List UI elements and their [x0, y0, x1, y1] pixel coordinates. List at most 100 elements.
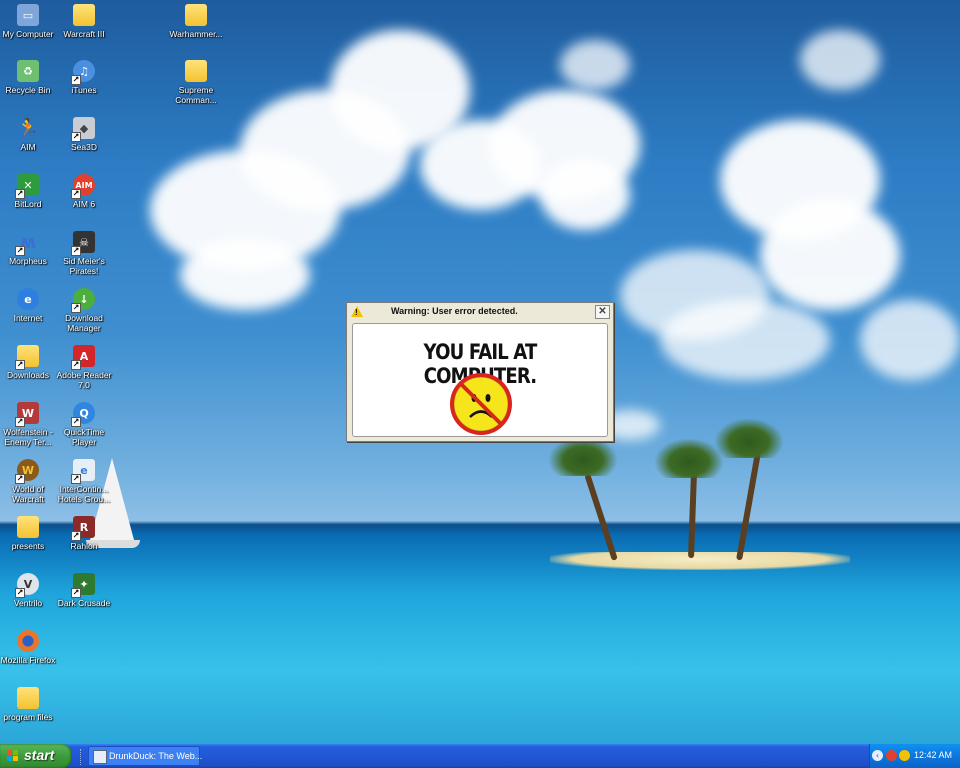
desktop-icon-label: Internet — [13, 313, 43, 323]
desktop-icon-label: InterContin... Hotels Grou... — [57, 484, 111, 504]
cloud — [180, 240, 310, 310]
my-computer-icon: ▭ — [17, 4, 39, 26]
desktop-icon-label: Download Manager — [65, 313, 103, 333]
palm-leaves — [714, 418, 784, 458]
island-sand — [550, 552, 850, 570]
start-label: start — [24, 747, 55, 763]
desktop-icon-label: Wolfenstein - Enemy Ter... — [3, 427, 53, 447]
desktop-icon-my-computer[interactable]: ▭ My Computer — [0, 4, 56, 39]
ventrilo-icon: V — [15, 573, 39, 598]
desktop-icon-morpheus[interactable]: ʍ Morpheus — [0, 231, 56, 267]
desktop-icon-warhammer[interactable]: Warhammer... — [168, 4, 224, 39]
aim-tray-icon[interactable] — [886, 750, 897, 761]
quicklaunch-divider — [80, 749, 82, 765]
desktop-icon-download-manager[interactable]: ↓ Download Manager — [56, 288, 112, 333]
desktop-icon-label: Adobe Reader 7.0 — [56, 370, 112, 390]
desktop-icon-aim[interactable]: 🏃 AIM — [0, 117, 56, 153]
desktop-icon-label: program files — [3, 712, 53, 722]
desktop-icon-supreme-commander[interactable]: Supreme Comman... — [168, 60, 224, 105]
desktop-icon-label: Dark Crusade — [57, 598, 111, 608]
desktop-icon-ventrilo[interactable]: V Ventrilo — [0, 573, 56, 608]
desktop-icon-label: Mozilla Firefox — [0, 655, 56, 665]
desktop-icon-label: World of Warcraft — [12, 484, 44, 504]
desktop-icon-label: presents — [11, 541, 45, 551]
firefox-icon — [17, 630, 39, 652]
downloads-folder-icon — [15, 345, 39, 370]
morpheus-icon: ʍ — [15, 231, 39, 256]
aim6-icon: AIM — [71, 174, 95, 199]
desktop-icon-aim6[interactable]: AIM AIM 6 — [56, 174, 112, 209]
taskbar: start DrunkDuck: The Web... ‹ 12:42 AM — [0, 744, 960, 768]
warning-glyph: ! — [355, 308, 358, 317]
desktop-icon-label: Supreme Comman... — [175, 85, 217, 105]
itunes-icon: ♫ — [71, 60, 95, 85]
desktop-icon-label: AIM — [20, 142, 36, 152]
internet-explorer-icon: e — [17, 288, 39, 310]
folder-icon — [73, 4, 95, 26]
bitlord-icon: ✕ — [15, 174, 39, 199]
adobe-reader-icon: A — [71, 345, 95, 370]
desktop-icon-wolfenstein[interactable]: W Wolfenstein - Enemy Ter... — [0, 402, 56, 447]
close-button[interactable]: ✕ — [595, 305, 610, 319]
desktop-icon-label: My Computer — [2, 29, 54, 39]
sea3d-icon: ◆ — [71, 117, 95, 142]
show-hidden-icons-button[interactable]: ‹ — [872, 750, 883, 761]
dialog-title: Warning: User error detected. — [391, 306, 518, 316]
desktop-icon-downloads[interactable]: Downloads — [0, 345, 56, 380]
palm-leaves — [548, 436, 618, 476]
browser-window-icon — [93, 750, 107, 764]
desktop-icon-program-files[interactable]: program files — [0, 687, 56, 722]
folder-icon — [17, 516, 39, 538]
desktop-icon-adobe-reader[interactable]: A Adobe Reader 7.0 — [56, 345, 112, 390]
desktop-icon-presents[interactable]: presents — [0, 516, 56, 551]
cloud — [660, 300, 830, 380]
desktop-icon-label: AIM 6 — [72, 199, 96, 209]
taskbar-item-label: DrunkDuck: The Web... — [109, 751, 203, 761]
smiley-tray-icon[interactable] — [899, 750, 910, 761]
rahlon-icon: R — [71, 516, 95, 541]
cloud — [760, 200, 900, 310]
desktop-icon-intercontinental[interactable]: e InterContin... Hotels Grou... — [56, 459, 112, 504]
desktop-icon-internet[interactable]: e Internet — [0, 288, 56, 323]
dark-crusade-icon: ✦ — [71, 573, 95, 598]
pirates-icon: ☠ — [71, 231, 95, 256]
desktop-icon-itunes[interactable]: ♫ iTunes — [56, 60, 112, 95]
desktop-icon-label: Sea3D — [71, 142, 97, 152]
desktop-icon-dark-crusade[interactable]: ✦ Dark Crusade — [56, 573, 112, 608]
dialog-titlebar[interactable]: ! Warning: User error detected. ✕ — [347, 303, 613, 320]
desktop-icon-warcraft-iii[interactable]: Warcraft III — [56, 4, 112, 39]
aim-running-man-icon: 🏃 — [16, 117, 40, 139]
desktop-icon-label: Warhammer... — [169, 29, 223, 39]
cloud — [800, 30, 880, 90]
warning-dialog: ! Warning: User error detected. ✕ YOU FA… — [346, 302, 614, 442]
document-icon: e — [71, 459, 95, 484]
download-manager-icon: ↓ — [71, 288, 95, 313]
start-button[interactable]: start — [0, 744, 72, 768]
desktop-icon-firefox[interactable]: Mozilla Firefox — [0, 630, 56, 665]
prohibited-sad-face-icon — [450, 373, 512, 435]
palm-trunk — [584, 473, 618, 561]
desktop-icon-label: Warcraft III — [63, 29, 105, 39]
desktop-icon-sea3d[interactable]: ◆ Sea3D — [56, 117, 112, 152]
desktop-icon-label: iTunes — [71, 85, 97, 95]
desktop-icon-label: Ventrilo — [13, 598, 43, 608]
world-of-warcraft-icon: W — [15, 459, 39, 484]
desktop-icon-world-of-warcraft[interactable]: W World of Warcraft — [0, 459, 56, 504]
desktop-icon-quicktime[interactable]: Q QuickTime Player — [56, 402, 112, 447]
desktop-icon-pirates[interactable]: ☠ Sid Meier's Pirates! — [56, 231, 112, 276]
cloud — [860, 300, 960, 380]
system-tray: ‹ 12:42 AM — [869, 744, 960, 768]
palm-trunk — [736, 453, 761, 561]
taskbar-item-drunkduck[interactable]: DrunkDuck: The Web... — [88, 746, 203, 766]
desktop-icon-label: QuickTime Player — [63, 427, 105, 447]
desktop-icon-label: Rahlon — [70, 541, 98, 551]
windows-flag-icon — [7, 750, 19, 762]
desktop-icon-bitlord[interactable]: ✕ BitLord — [0, 174, 56, 209]
warning-icon: ! — [351, 306, 363, 317]
desktop-icon-rahlon[interactable]: R Rahlon — [56, 516, 112, 551]
desktop-icon-recycle-bin[interactable]: ♻ Recycle Bin — [0, 60, 56, 95]
folder-icon — [17, 687, 39, 709]
cloud — [540, 160, 630, 230]
clock[interactable]: 12:42 AM — [914, 750, 952, 760]
desktop-background: ▭ My Computer ♻ Recycle Bin 🏃 AIM ✕ BitL… — [0, 0, 960, 744]
